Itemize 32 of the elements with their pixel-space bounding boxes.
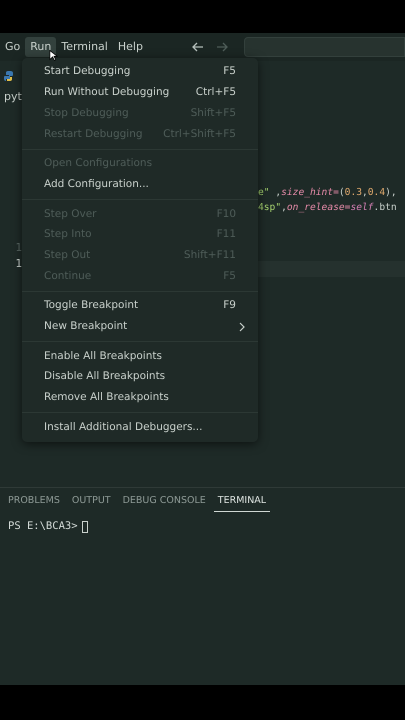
- mouse-pointer-icon: [49, 49, 58, 62]
- terminal-prompt: PS E:\BCA3>: [8, 519, 78, 534]
- terminal-cursor: [82, 521, 88, 534]
- menu-entry[interactable]: Install Additional Debuggers...: [22, 417, 258, 438]
- chevron-icon: [238, 322, 246, 332]
- shortcut-label: F5: [223, 64, 236, 80]
- menu-entry[interactable]: Start Debugging F5: [22, 62, 258, 83]
- shortcut-label: Ctrl+F5: [196, 85, 236, 100]
- line-number: 1: [15, 240, 22, 256]
- shortcut-label: F9: [223, 298, 236, 314]
- menu-entry[interactable]: Enable All Breakpoints: [22, 346, 258, 367]
- tab-label[interactable]: pyt: [4, 89, 22, 106]
- menu-item[interactable]: Run: [25, 36, 56, 58]
- search-field[interactable]: [244, 37, 405, 57]
- panel-tab[interactable]: TERMINAL: [214, 494, 270, 512]
- code-line: 4sp",on_release=self.btn: [258, 201, 397, 215]
- menu-entry[interactable]: New Breakpoint: [22, 316, 258, 338]
- menu-entry[interactable]: Toggle Breakpoint F9: [22, 296, 258, 317]
- back-arrow-icon[interactable]: [190, 40, 205, 54]
- panel-tab[interactable]: PROBLEMS: [4, 494, 64, 512]
- python-icon: [4, 71, 14, 81]
- menu-entry[interactable]: Remove All Breakpoints: [22, 388, 258, 408]
- menu-item[interactable]: Help: [112, 36, 148, 58]
- menu-entry[interactable]: Disable All Breakpoints: [22, 366, 258, 388]
- panel-tab[interactable]: OUTPUT: [68, 494, 115, 512]
- menu-item[interactable]: Go: [0, 36, 26, 58]
- menu-item[interactable]: Terminal: [56, 36, 113, 58]
- menu-entry[interactable]: Add Configuration...: [22, 174, 258, 196]
- code-line: e" ,size_hint=(0.3,0.4),: [258, 186, 397, 200]
- line-number: 1: [15, 256, 22, 272]
- menu-entry[interactable]: Run Without Debugging Ctrl+F5: [22, 82, 258, 104]
- panel-tab[interactable]: DEBUG CONSOLE: [118, 494, 210, 512]
